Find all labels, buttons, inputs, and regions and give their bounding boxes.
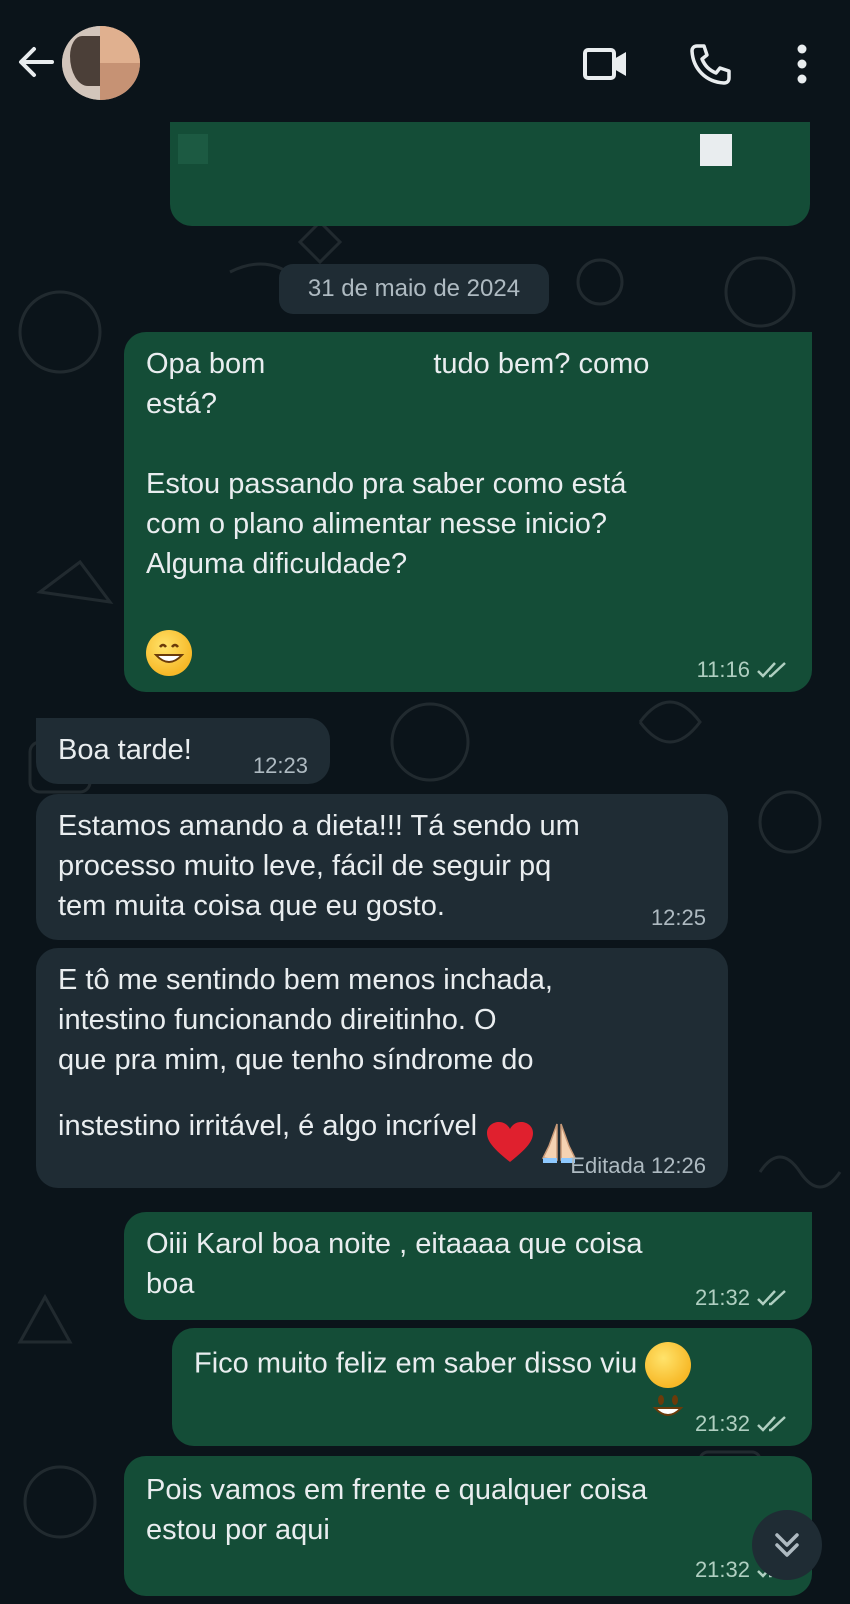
voice-call-button[interactable]: [684, 38, 736, 90]
message-meta: 11:16: [697, 658, 790, 682]
message-time: 21:32: [694, 1285, 750, 1310]
chat-header: [0, 0, 850, 122]
message-time: 12:26: [650, 1153, 706, 1178]
read-ticks-icon: [757, 1416, 786, 1432]
message-meta: 21:32: [695, 1286, 790, 1310]
message-bubble-outgoing[interactable]: Fico muito feliz em saber disso viu 21:3…: [172, 1328, 812, 1446]
message-meta: 21:32: [695, 1412, 790, 1436]
message-bubble-incoming[interactable]: Estamos amando a dieta!!! Tá sendo um pr…: [36, 794, 728, 940]
message-text: Oiii Karol boa noite , eitaaaa que coisa…: [146, 1228, 643, 1300]
message-bubble-outgoing[interactable]: Opa bom tudo bem? como está? Estou passa…: [124, 332, 812, 692]
message-time: 12:23: [252, 753, 308, 778]
video-camera-icon: [583, 48, 626, 80]
message-text: E tô me sentindo bem menos inchada, inte…: [58, 960, 579, 1175]
message-time: 21:32: [694, 1411, 750, 1436]
read-ticks-icon: [757, 662, 786, 678]
message-time: 21:32: [694, 1557, 750, 1582]
message-meta: 12:23: [253, 754, 308, 778]
message-text: Opa bom tudo bem? como está? Estou passa…: [146, 348, 650, 580]
message-text: Boa tarde!: [58, 734, 192, 766]
chevrons-down-icon: [775, 1533, 799, 1557]
video-call-button[interactable]: [580, 38, 632, 90]
smiling-face-icon: [645, 1342, 692, 1416]
message-bubble-outgoing[interactable]: Pois vamos em frente e qualquer coisa es…: [124, 1456, 812, 1596]
message-time: 12:25: [650, 905, 706, 930]
message-text: Estamos amando a dieta!!! Tá sendo um pr…: [58, 810, 580, 922]
message-text: Fico muito feliz em saber disso viu: [194, 1342, 692, 1416]
phone-icon: [690, 44, 731, 85]
message-meta: 12:25: [651, 906, 706, 930]
message-bubble-incoming[interactable]: E tô me sentindo bem menos inchada, inte…: [36, 948, 728, 1188]
read-ticks-icon: [757, 1290, 786, 1306]
message-bubble-previous[interactable]: [170, 122, 810, 226]
scroll-to-bottom-button[interactable]: [752, 1510, 822, 1580]
date-separator: 31 de maio de 2024: [279, 264, 549, 314]
red-heart-icon: [485, 1080, 535, 1175]
message-bubble-incoming[interactable]: Boa tarde! 12:23: [36, 718, 330, 784]
more-options-button[interactable]: [776, 38, 828, 90]
message-text: Pois vamos em frente e qualquer coisa es…: [146, 1474, 648, 1546]
grinning-face-icon: [146, 630, 192, 676]
back-button[interactable]: [14, 40, 58, 84]
more-vertical-icon: [797, 44, 807, 84]
edited-label: Editada: [570, 1153, 645, 1178]
message-meta: Editada 12:26: [570, 1154, 706, 1178]
contact-avatar[interactable]: [62, 26, 140, 100]
message-bubble-outgoing[interactable]: Oiii Karol boa noite , eitaaaa que coisa…: [124, 1212, 812, 1320]
message-time: 11:16: [696, 657, 750, 682]
arrow-left-icon: [19, 47, 54, 77]
chat-area[interactable]: 31 de maio de 2024 Opa bom tudo bem? com…: [0, 122, 850, 1604]
